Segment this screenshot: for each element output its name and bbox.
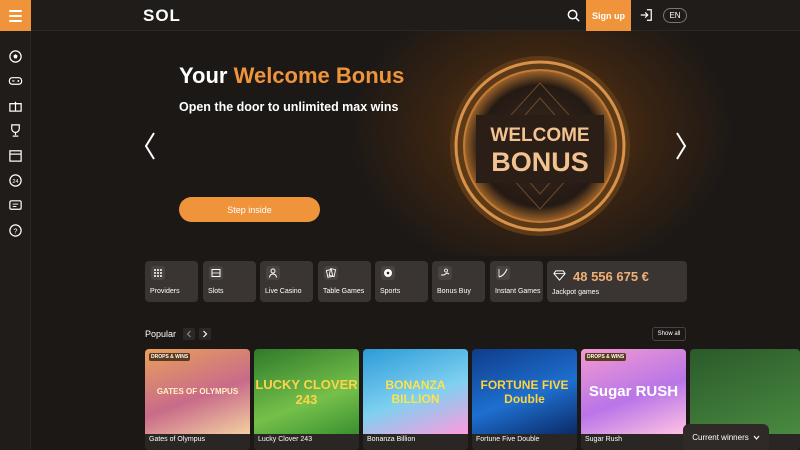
category-label: Bonus Buy: [437, 288, 471, 295]
category-bonus-buy[interactable]: Bonus Buy: [432, 261, 485, 302]
game-art-title: FORTUNE FIVE Double: [480, 377, 569, 406]
drops-wins-badge: DROPS & WINS: [149, 353, 191, 361]
hero-title-plain: Your: [179, 63, 234, 88]
category-slots[interactable]: Slots: [203, 261, 256, 302]
game-art-title: LUCKY CLOVER 243: [255, 376, 358, 407]
diamond-icon: [553, 270, 566, 281]
drops-wins-badge: DROPS & WINS: [585, 353, 627, 361]
chevron-right-icon[interactable]: [674, 131, 688, 161]
game-name: Sugar Rush: [585, 436, 622, 443]
chevron-right-icon: [203, 330, 208, 338]
grid-icon: [151, 266, 165, 280]
medal-line1: WELCOME: [490, 125, 589, 146]
top-bar: SOL Sign up EN: [0, 0, 800, 31]
calendar-icon[interactable]: [8, 148, 23, 163]
current-winners-label: Current winners: [692, 432, 749, 442]
game-art-title: Sugar RUSH: [588, 383, 679, 400]
trophy-icon[interactable]: [8, 123, 23, 138]
game-thumbnail: [690, 349, 800, 434]
hamburger-line: [9, 9, 22, 12]
soccer-ball-icon[interactable]: [8, 49, 23, 64]
chevron-down-icon: [753, 435, 760, 440]
category-providers[interactable]: Providers: [145, 261, 198, 302]
hero-title: Your Welcome Bonus: [179, 63, 404, 89]
rising-chart-icon: [496, 266, 510, 280]
jackpot-tile[interactable]: 48 556 675 € Jackpot games: [547, 261, 687, 302]
game-card[interactable]: BONANZA BILLION Bonanza Billion: [363, 349, 468, 450]
hamburger-line: [9, 14, 22, 17]
game-name: Lucky Clover 243: [258, 436, 313, 443]
game-name: Bonanza Billion: [367, 436, 416, 443]
category-instant-games[interactable]: Instant Games: [490, 261, 543, 302]
category-sports[interactable]: Sports: [375, 261, 428, 302]
logo-text: SOL: [143, 6, 181, 25]
game-thumbnail: BONANZA BILLION: [363, 349, 468, 434]
hamburger-line: [9, 19, 22, 22]
popular-title: Popular: [145, 329, 177, 339]
game-name: Fortune Five Double: [476, 436, 540, 443]
current-winners-button[interactable]: Current winners: [683, 424, 769, 450]
live-dealer-icon: [266, 266, 280, 280]
medal-line2: BONUS: [491, 147, 589, 177]
popular-prev-button[interactable]: [183, 328, 195, 340]
language-selector[interactable]: EN: [663, 8, 687, 23]
jackpot-value: 48 556 675 €: [573, 269, 649, 284]
slot-machine-icon: [209, 266, 223, 280]
category-label: Slots: [208, 288, 224, 295]
cards-icon: [324, 266, 338, 280]
category-label: Live Casino: [265, 288, 302, 295]
chat-icon[interactable]: [8, 198, 23, 213]
logo[interactable]: SOL: [143, 6, 181, 26]
speed-icon[interactable]: 24: [8, 173, 23, 188]
category-label: Table Games: [323, 288, 365, 295]
soccer-ball-icon: [381, 266, 395, 280]
gamepad-icon[interactable]: [8, 73, 23, 88]
game-thumbnail: GATES OF OLYMPUS: [145, 349, 250, 434]
jackpot-label: Jackpot games: [552, 289, 600, 296]
login-icon[interactable]: [639, 8, 653, 22]
menu-button[interactable]: [0, 0, 31, 31]
signup-button[interactable]: Sign up: [586, 0, 631, 31]
game-card[interactable]: GATES OF OLYMPUS DROPS & WINS Gates of O…: [145, 349, 250, 450]
help-icon[interactable]: ?: [8, 223, 23, 238]
game-card[interactable]: LUCKY CLOVER 243 Lucky Clover 243: [254, 349, 359, 450]
hero-banner: Your Welcome Bonus Open the door to unli…: [31, 31, 800, 256]
category-label: Instant Games: [495, 288, 541, 295]
welcome-bonus-medal: WELCOME BONUS: [450, 56, 630, 236]
sidebar: 24 ?: [0, 31, 31, 450]
game-art-title: BONANZA BILLION: [385, 377, 446, 406]
hero-subtitle: Open the door to unlimited max wins: [179, 100, 399, 114]
svg-text:24: 24: [12, 179, 18, 185]
category-live-casino[interactable]: Live Casino: [260, 261, 313, 302]
game-thumbnail: LUCKY CLOVER 243: [254, 349, 359, 434]
popular-next-button[interactable]: [199, 328, 211, 340]
game-card[interactable]: Sugar RUSH DROPS & WINS Sugar Rush: [581, 349, 686, 450]
game-card[interactable]: FORTUNE FIVE Double Fortune Five Double: [472, 349, 577, 450]
category-label: Providers: [150, 288, 180, 295]
step-inside-button[interactable]: Step inside: [179, 197, 320, 222]
category-table-games[interactable]: Table Games: [318, 261, 371, 302]
game-art-title: GATES OF OLYMPUS: [156, 387, 239, 396]
chevron-left-icon[interactable]: [143, 131, 157, 161]
gift-icon[interactable]: [8, 98, 23, 113]
search-icon[interactable]: [566, 8, 581, 23]
game-name: Gates of Olympus: [149, 436, 206, 443]
hand-coin-icon: [438, 266, 452, 280]
game-thumbnail: Sugar RUSH: [581, 349, 686, 434]
svg-text:?: ?: [13, 226, 17, 235]
show-all-button[interactable]: Show all: [652, 327, 686, 341]
chevron-left-icon: [186, 330, 191, 338]
category-label: Sports: [380, 288, 401, 295]
hero-title-accent: Welcome Bonus: [233, 63, 405, 88]
game-thumbnail: FORTUNE FIVE Double: [472, 349, 577, 434]
